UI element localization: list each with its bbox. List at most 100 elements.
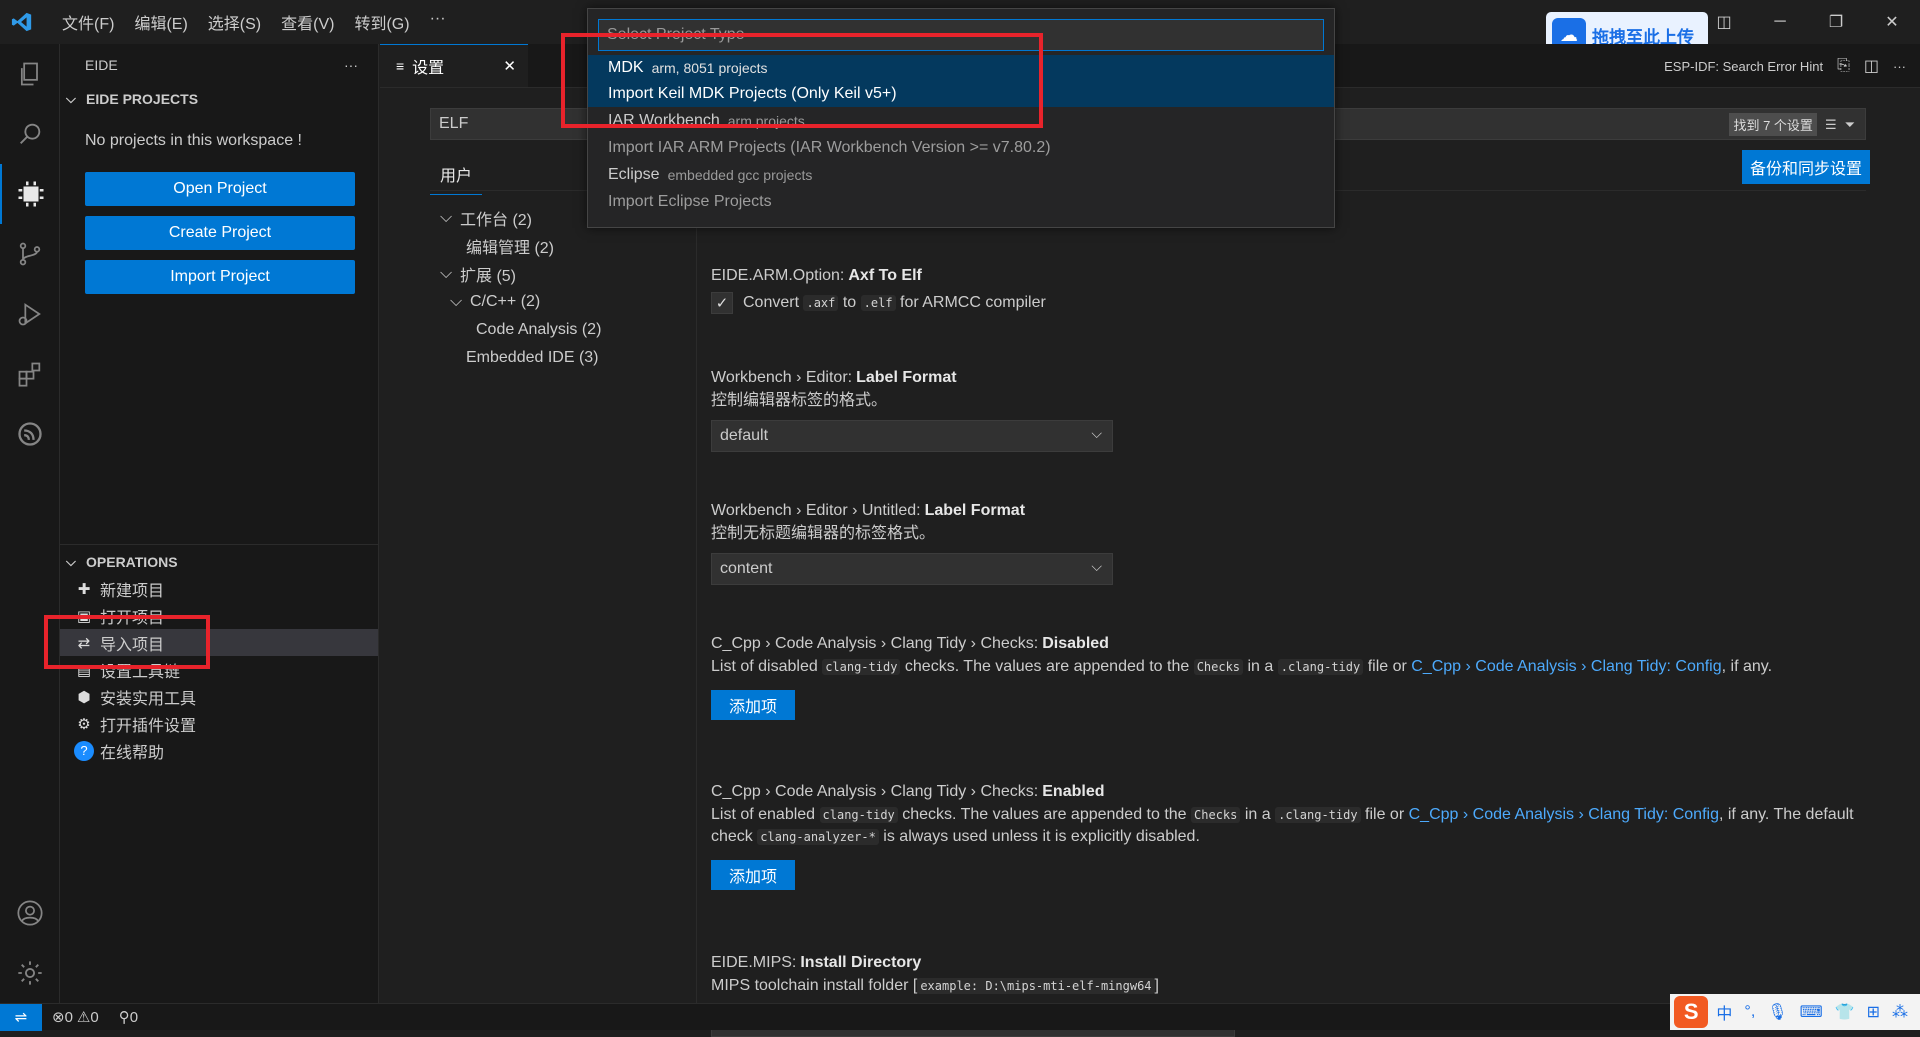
- setting-description: 控制编辑器标签的格式。: [711, 392, 888, 409]
- sidebar-title: EIDE: [85, 57, 118, 73]
- toc-label: C/C++ (2): [470, 293, 541, 310]
- text: List of disabled: [711, 658, 818, 675]
- setting-clang-tidy-disabled: C_Cpp › Code Analysis › Clang Tidy › Che…: [709, 632, 1869, 720]
- more-actions-icon[interactable]: ···: [1893, 59, 1906, 74]
- setting-name: Disabled: [1042, 635, 1109, 652]
- quickpick-item-eclipse-detail[interactable]: Import Eclipse Projects: [588, 188, 1334, 215]
- setting-description: List of disabled clang-tidy checks. The …: [711, 656, 1869, 678]
- close-icon[interactable]: ✕: [503, 57, 516, 75]
- filter-icon[interactable]: ⏷: [1845, 117, 1855, 133]
- ime-language[interactable]: 中: [1716, 1000, 1732, 1024]
- text: Convert: [743, 294, 800, 311]
- espressif-icon[interactable]: [0, 404, 60, 464]
- label-format-select[interactable]: default ⌵: [711, 420, 1113, 452]
- gear-icon: ⚙: [77, 715, 91, 733]
- toc-extensions[interactable]: ⌵ 扩展 (5): [440, 260, 601, 288]
- restore-button[interactable]: ❐: [1808, 0, 1864, 44]
- errors-icon[interactable]: ⊗: [52, 1008, 65, 1026]
- utility-icon: ⬢: [77, 688, 91, 706]
- import-project-button[interactable]: Import Project: [85, 260, 355, 294]
- explorer-icon[interactable]: [0, 44, 60, 104]
- toggle-layout-icon[interactable]: ◫: [1696, 0, 1752, 44]
- eide-projects-section[interactable]: ⌵ EIDE PROJECTS: [60, 86, 378, 112]
- warning-icon[interactable]: ⚠: [77, 1008, 90, 1026]
- punctuation-icon[interactable]: °,: [1744, 1003, 1755, 1021]
- text: List of enabled: [711, 806, 816, 823]
- add-item-button[interactable]: 添加项: [711, 690, 795, 720]
- search-icon[interactable]: [0, 104, 60, 164]
- code: .axf: [803, 295, 839, 311]
- menu-go[interactable]: 转到(G): [344, 10, 419, 34]
- quickpick-item-eclipse[interactable]: Eclipse embedded gcc projects: [588, 161, 1334, 188]
- sogou-logo-icon[interactable]: S: [1674, 996, 1709, 1028]
- backup-sync-button[interactable]: 备份和同步设置: [1741, 150, 1870, 184]
- toc-workbench[interactable]: ⌵ 工作台 (2): [440, 204, 601, 232]
- ports-count: 0: [129, 1008, 139, 1026]
- toc-editor-management[interactable]: 编辑管理 (2): [440, 232, 601, 260]
- keyboard-icon[interactable]: ⌨: [1800, 1002, 1823, 1022]
- menu-file[interactable]: 文件(F): [52, 10, 124, 34]
- clang-tidy-config-link[interactable]: C_Cpp › Code Analysis › Clang Tidy: Conf…: [1409, 806, 1719, 823]
- setting-prefix: C_Cpp › Code Analysis › Clang Tidy › Che…: [711, 783, 1039, 800]
- new-project-icon: ✚: [77, 580, 91, 598]
- vscode-logo-icon: [0, 0, 44, 44]
- eide-chip-icon[interactable]: [0, 164, 60, 224]
- untitled-label-select[interactable]: content ⌵: [711, 553, 1113, 585]
- open-project-button[interactable]: Open Project: [85, 172, 355, 206]
- op-online-help[interactable]: ? 在线帮助: [60, 737, 378, 764]
- activity-bar: [0, 44, 60, 1003]
- ports-icon[interactable]: ⚲: [119, 1008, 130, 1026]
- run-debug-icon[interactable]: [0, 284, 60, 344]
- source-control-icon[interactable]: [0, 224, 60, 284]
- op-label: 新建项目: [100, 582, 165, 600]
- menu-selection[interactable]: 选择(S): [198, 10, 271, 34]
- operations-header[interactable]: ⌵ OPERATIONS: [60, 549, 378, 575]
- setting-prefix: EIDE.ARM.Option:: [711, 267, 845, 284]
- create-project-button[interactable]: Create Project: [85, 216, 355, 250]
- setting-title: EIDE.ARM.Option: Axf To Elf: [711, 264, 1869, 288]
- item-label: Import Eclipse Projects: [608, 192, 772, 210]
- tab-settings[interactable]: ≡ 设置 ✕: [380, 44, 528, 87]
- select-value: default: [720, 427, 769, 444]
- minimize-button[interactable]: ─: [1752, 0, 1808, 44]
- quickpick-item-iar-detail[interactable]: Import IAR ARM Projects (IAR Workbench V…: [588, 134, 1334, 161]
- clang-tidy-config-link[interactable]: C_Cpp › Code Analysis › Clang Tidy: Conf…: [1411, 658, 1721, 675]
- chevron-down-icon: ⌵: [1091, 558, 1102, 574]
- axf-to-elf-checkbox[interactable]: ✓: [711, 292, 733, 314]
- toc-embedded-ide[interactable]: Embedded IDE (3): [440, 344, 601, 372]
- add-item-button[interactable]: 添加项: [711, 860, 795, 890]
- toc-cpp[interactable]: ⌵ C/C++ (2): [440, 288, 601, 316]
- open-json-icon[interactable]: ⎘: [1837, 57, 1850, 75]
- op-install-utility[interactable]: ⬢ 安装实用工具: [60, 683, 378, 710]
- microphone-icon[interactable]: 🎙: [1767, 1002, 1787, 1022]
- text: checks. The values are appended to the: [904, 658, 1190, 675]
- manage-gear-icon[interactable]: [0, 943, 60, 1003]
- op-new-project[interactable]: ✚ 新建项目: [60, 575, 378, 602]
- axf-checkbox-row: ✓ Convert .axf to .elf for ARMCC compile…: [711, 292, 1869, 314]
- item-label: Eclipse: [608, 165, 660, 183]
- split-editor-icon[interactable]: ◫: [1864, 56, 1879, 76]
- remote-icon[interactable]: ⇌: [0, 1003, 42, 1031]
- tab-user[interactable]: 用户: [430, 154, 483, 195]
- toc-code-analysis[interactable]: Code Analysis (2): [440, 316, 601, 344]
- clear-filter-icon[interactable]: ☰: [1825, 117, 1837, 133]
- op-plugin-settings[interactable]: ⚙ 打开插件设置: [60, 710, 378, 737]
- close-window-button[interactable]: ✕: [1864, 0, 1920, 44]
- menu-edit[interactable]: 编辑(E): [124, 10, 197, 34]
- setting-prefix: EIDE.MIPS:: [711, 954, 797, 971]
- chevron-down-icon: ⌵: [450, 293, 463, 310]
- more-actions-icon[interactable]: ···: [344, 57, 358, 73]
- skin-icon[interactable]: 👕: [1835, 1002, 1855, 1022]
- extensions-icon[interactable]: [0, 344, 60, 404]
- toolbox-icon[interactable]: ⊞: [1867, 1002, 1880, 1022]
- text: checks. The values are appended to the: [902, 806, 1187, 823]
- setting-prefix: C_Cpp › Code Analysis › Clang Tidy › Che…: [711, 635, 1039, 652]
- account-icon[interactable]: [0, 883, 60, 943]
- more-icon[interactable]: ⁂: [1892, 1002, 1908, 1022]
- esp-idf-hint[interactable]: ESP-IDF: Search Error Hint: [1664, 59, 1823, 74]
- settings-tab-icon: ≡: [396, 58, 405, 74]
- menu-more[interactable]: ···: [420, 10, 456, 34]
- menu-view[interactable]: 查看(V): [271, 10, 344, 34]
- sidebar-header: EIDE ···: [60, 44, 378, 86]
- status-bar: ⇌ ⊗ 0 ⚠ 0 ⚲ 0: [0, 1003, 1920, 1031]
